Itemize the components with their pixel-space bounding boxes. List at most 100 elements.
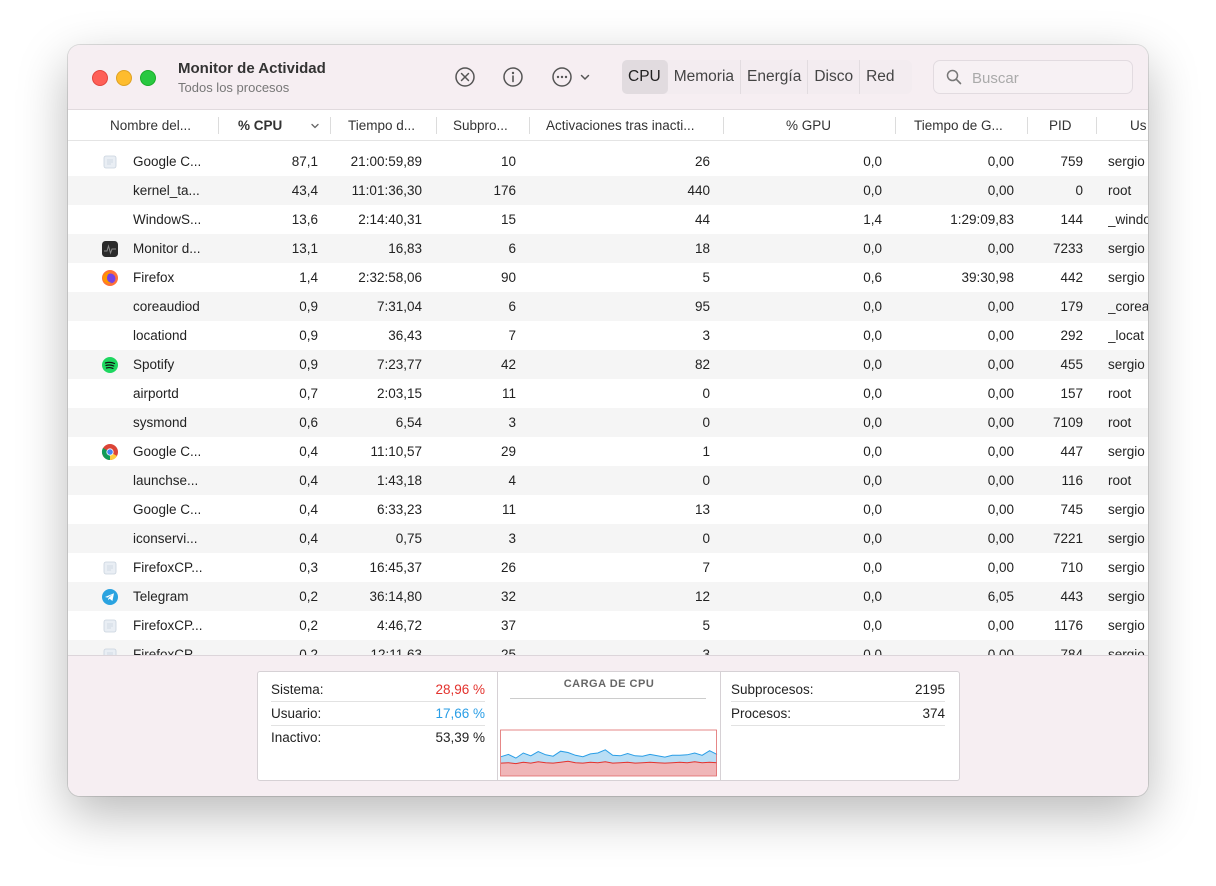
stat-processes: Procesos: 374 [731,701,945,726]
table-row[interactable]: sysmond 0,6 6,54 3 0 0,0 0,00 7109 root [68,408,1148,437]
cpu-load-chart: CARGA DE CPU [497,672,721,780]
tab-memoria[interactable]: Memoria [668,60,742,94]
table-row[interactable]: FirefoxCP... 0,3 16:45,37 26 7 0,0 0,00 710 serg… [68,553,1148,582]
tab-disco[interactable]: Disco [808,60,861,94]
cell-gpu-time: 0,00 [987,299,1014,314]
cell-cpu-time: 4:46,72 [376,618,422,633]
cell-idle-wakeups: 13 [694,502,710,517]
cell-idle-wakeups: 82 [694,357,710,372]
search-field[interactable] [933,60,1133,94]
cell-threads: 3 [508,415,516,430]
cell-name: Google C... [133,154,202,169]
cell-cpu: 13,6 [291,212,318,227]
column-header-cpu[interactable]: % CPU [238,110,316,140]
cell-name: Google C... [133,502,202,517]
cell-gpu: 0,0 [863,647,882,655]
cell-threads: 3 [508,531,516,546]
cell-user: sergio [1108,560,1145,575]
cell-user: _windo [1108,212,1148,227]
cell-gpu-time: 0,00 [987,357,1014,372]
cell-gpu-time: 0,00 [987,647,1014,655]
column-header-user[interactable]: Us [1130,110,1148,140]
stat-idle: Inactivo: 53,39 % [271,725,485,749]
cell-name: Telegram [133,589,189,604]
cell-user: sergio [1108,154,1145,169]
cell-pid: 7233 [1052,241,1083,256]
cell-cpu-time: 0,75 [395,531,422,546]
stat-user-label: Usuario: [271,705,322,721]
table-row[interactable]: Monitor d... 13,1 16,83 6 18 0,0 0,00 7233 sergi… [68,234,1148,263]
cell-user: sergio [1108,241,1145,256]
column-header-gpu-time[interactable]: Tiempo de G... [914,110,1029,140]
cell-name: coreaudiod [133,299,200,314]
cell-name: FirefoxCP... [133,647,203,655]
cell-gpu: 0,0 [863,183,882,198]
table-row[interactable]: kernel_ta... 43,4 11:01:36,30 176 440 0,0 0,00… [68,176,1148,205]
cell-threads: 25 [500,647,516,655]
cell-idle-wakeups: 95 [694,299,710,314]
cell-cpu: 1,4 [299,270,318,285]
table-row[interactable]: FirefoxCP... 0,2 4:46,72 37 5 0,0 0,00 1176 serg… [68,611,1148,640]
tab-red[interactable]: Red [860,60,900,94]
generic-app-icon [101,646,119,655]
search-input[interactable] [970,67,1124,89]
cell-pid: 443 [1060,589,1083,604]
cell-cpu: 43,4 [291,183,318,198]
table-row[interactable]: Google C... 0,4 6:33,23 11 13 0,0 0,00 745 sergi… [68,495,1148,524]
tab-cpu[interactable]: CPU [622,60,668,94]
column-header-idle-wakeups[interactable]: Activaciones tras inacti... [546,110,724,140]
cell-cpu: 0,9 [299,328,318,343]
more-actions-button[interactable] [551,66,595,88]
stop-process-button[interactable] [454,66,476,88]
cell-cpu: 0,6 [299,415,318,430]
cell-gpu: 0,0 [863,618,882,633]
cell-idle-wakeups: 0 [702,415,710,430]
cell-threads: 37 [500,618,516,633]
table-row[interactable]: airportd 0,7 2:03,15 11 0 0,0 0,00 157 root [68,379,1148,408]
tab-energia[interactable]: Energía [741,60,809,94]
cell-pid: 784 [1060,647,1083,655]
table-row[interactable]: Spotify 0,9 7:23,77 42 82 0,0 0,00 455 sergio [68,350,1148,379]
activity-monitor-icon [101,240,119,258]
table-row[interactable]: FirefoxCP... 0,2 12:11,63 25 3 0,0 0,00 784 serg… [68,640,1148,655]
minimize-window-button[interactable] [116,70,132,86]
stat-processes-value: 374 [922,705,945,721]
cell-name: locationd [133,328,188,343]
column-header-cpu-time[interactable]: Tiempo d... [348,110,436,140]
table-row[interactable]: locationd 0,9 36,43 7 3 0,0 0,00 292 _locat [68,321,1148,350]
sort-descending-icon [311,123,319,129]
column-header-gpu[interactable]: % GPU [786,110,866,140]
cell-gpu: 1,4 [863,212,882,227]
table-row[interactable]: Google C... 87,1 21:00:59,89 10 26 0,0 0,00 759… [68,147,1148,176]
cell-threads: 176 [493,183,516,198]
telegram-icon [101,588,119,606]
close-window-button[interactable] [92,70,108,86]
cell-gpu: 0,0 [863,241,882,256]
table-row[interactable]: Telegram 0,2 36:14,80 32 12 0,0 6,05 443 sergio [68,582,1148,611]
column-header-threads[interactable]: Subpro... [453,110,528,140]
cell-cpu: 0,2 [299,618,318,633]
cell-gpu-time: 0,00 [987,386,1014,401]
cell-name: FirefoxCP... [133,618,203,633]
ellipsis-circle-icon [552,67,572,87]
table-row[interactable]: Firefox 1,4 2:32:58,06 90 5 0,6 39:30,98 442 ser… [68,263,1148,292]
cpu-load-graph [500,729,718,777]
zoom-window-button[interactable] [140,70,156,86]
column-header-name[interactable]: Nombre del... [110,110,218,140]
column-header-pid[interactable]: PID [1049,110,1089,140]
table-row[interactable]: WindowS... 13,6 2:14:40,31 15 44 1,4 1:29:09,8… [68,205,1148,234]
cell-pid: 179 [1060,299,1083,314]
cell-pid: 447 [1060,444,1083,459]
inspect-process-button[interactable] [502,66,524,88]
cell-user: sergio [1108,357,1145,372]
cell-cpu-time: 16,83 [388,241,422,256]
table-row[interactable]: launchse... 0,4 1:43,18 4 0 0,0 0,00 116 root [68,466,1148,495]
cell-user: _corea [1108,299,1148,314]
process-list: Google C... 87,1 21:00:59,89 10 26 0,0 0,00 759… [68,147,1148,655]
table-row[interactable]: Google C... 0,4 11:10,57 29 1 0,0 0,00 447 sergi… [68,437,1148,466]
table-row[interactable]: coreaudiod 0,9 7:31,04 6 95 0,0 0,00 179 _corea [68,292,1148,321]
cell-pid: 157 [1060,386,1083,401]
table-row[interactable]: iconservi... 0,4 0,75 3 0 0,0 0,00 7221 sergio [68,524,1148,553]
cell-cpu-time: 7:31,04 [376,299,422,314]
cell-gpu: 0,0 [863,502,882,517]
